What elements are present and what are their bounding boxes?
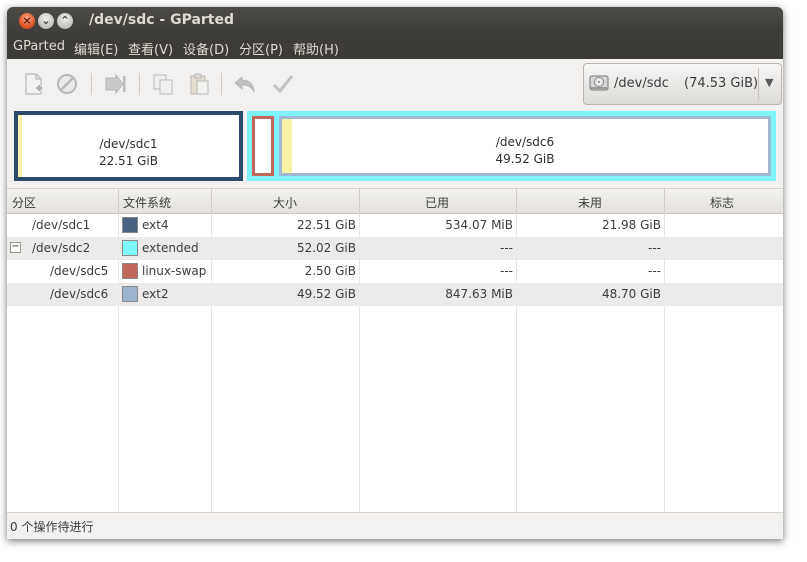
- filesystem-cell: linux-swap: [142, 264, 207, 278]
- toolbar-separator: [91, 73, 92, 95]
- menu-help[interactable]: 帮助(H): [293, 39, 339, 58]
- header-separator: [211, 189, 212, 213]
- partition-size: 22.51 GiB: [98, 154, 159, 168]
- header-separator: [359, 189, 360, 213]
- diskmap-partition-sdc6[interactable]: /dev/sdc6 49.52 GiB: [279, 116, 771, 176]
- used-cell: ---: [500, 241, 513, 255]
- copy-icon[interactable]: [151, 72, 175, 96]
- apply-icon[interactable]: [271, 72, 295, 96]
- column-header-unused[interactable]: 未用: [578, 194, 602, 211]
- used-cell: 847.63 MiB: [445, 287, 513, 301]
- toolbar: /dev/sdc (74.53 GiB) ▼: [7, 59, 783, 109]
- partition-table: 分区 文件系统 大小 已用 未用 标志 /dev/sdc1 ext4 22.51…: [7, 188, 783, 512]
- column-header-partition[interactable]: 分区: [12, 194, 36, 211]
- maximize-button[interactable]: ⌃: [57, 13, 73, 29]
- paste-icon[interactable]: [187, 72, 211, 96]
- filesystem-cell: extended: [142, 241, 199, 255]
- filesystem-color-swatch: [122, 286, 138, 302]
- column-header-size[interactable]: 大小: [273, 194, 297, 211]
- gparted-window: × ⌄ ⌃ /dev/sdc - GParted GParted 编辑(E) 查…: [7, 7, 783, 539]
- size-cell: 2.50 GiB: [304, 264, 356, 278]
- minimize-button[interactable]: ⌄: [38, 13, 54, 29]
- used-cell: 534.07 MiB: [445, 218, 513, 232]
- partition-name: /dev/sdc6: [495, 135, 555, 149]
- delete-icon[interactable]: [55, 72, 79, 96]
- filesystem-color-swatch: [122, 217, 138, 233]
- toolbar-separator: [139, 73, 140, 95]
- resize-move-icon[interactable]: [103, 72, 127, 96]
- filesystem-color-swatch: [122, 240, 138, 256]
- menu-device[interactable]: 设备(D): [183, 39, 229, 58]
- filesystem-cell: ext4: [142, 218, 169, 232]
- harddisk-icon: [589, 75, 609, 91]
- header-separator: [664, 189, 665, 213]
- chevron-down-icon: ▼: [765, 76, 774, 89]
- collapse-expander-icon[interactable]: −: [10, 242, 21, 253]
- diskmap-extended-sdc2[interactable]: /dev/sdc6 49.52 GiB: [247, 111, 776, 181]
- undo-icon[interactable]: [233, 72, 257, 96]
- partition-cell: /dev/sdc2: [32, 241, 91, 255]
- combo-separator: [758, 68, 759, 100]
- column-header-used[interactable]: 已用: [425, 194, 449, 211]
- size-cell: 52.02 GiB: [296, 241, 356, 255]
- diskmap-partition-sdc1[interactable]: /dev/sdc1 22.51 GiB: [14, 111, 243, 181]
- menu-edit[interactable]: 编辑(E): [74, 39, 118, 58]
- device-selector[interactable]: /dev/sdc (74.53 GiB) ▼: [583, 63, 782, 105]
- table-header: 分区 文件系统 大小 已用 未用 标志: [7, 189, 783, 214]
- new-partition-icon[interactable]: [21, 72, 45, 96]
- unused-cell: 48.70 GiB: [601, 287, 661, 301]
- disk-map: /dev/sdc1 22.51 GiB /dev/sdc6 49.52 GiB: [12, 111, 778, 185]
- column-header-filesystem[interactable]: 文件系统: [123, 194, 171, 211]
- unused-cell: 21.98 GiB: [601, 218, 661, 232]
- menu-bar: GParted 编辑(E) 查看(V) 设备(D) 分区(P) 帮助(H): [7, 35, 783, 59]
- header-separator: [516, 189, 517, 213]
- partition-name: /dev/sdc1: [99, 137, 158, 151]
- partition-cell: /dev/sdc6: [50, 287, 109, 301]
- toolbar-separator: [221, 73, 222, 95]
- pending-operations-status: 0 个操作待进行: [10, 520, 94, 534]
- partition-cell: /dev/sdc1: [32, 218, 91, 232]
- column-header-flags[interactable]: 标志: [710, 194, 734, 211]
- device-name: /dev/sdc: [614, 76, 669, 91]
- filesystem-cell: ext2: [142, 287, 169, 301]
- device-size: (74.53 GiB): [684, 76, 759, 91]
- header-separator: [118, 189, 119, 213]
- table-row[interactable]: /dev/sdc5 linux-swap 2.50 GiB --- ---: [7, 260, 783, 283]
- table-row[interactable]: − /dev/sdc2 extended 52.02 GiB --- ---: [7, 237, 783, 260]
- table-row[interactable]: /dev/sdc6 ext2 49.52 GiB 847.63 MiB 48.7…: [7, 283, 783, 306]
- diskmap-partition-sdc5[interactable]: [252, 116, 274, 176]
- unused-cell: ---: [648, 264, 661, 278]
- partition-cell: /dev/sdc5: [50, 264, 109, 278]
- menu-view[interactable]: 查看(V): [128, 39, 173, 58]
- size-cell: 49.52 GiB: [296, 287, 356, 301]
- filesystem-color-swatch: [122, 263, 138, 279]
- status-bar: 0 个操作待进行: [7, 512, 783, 539]
- window-title: /dev/sdc - GParted: [89, 12, 235, 28]
- size-cell: 22.51 GiB: [296, 218, 356, 232]
- partition-size: 49.52 GiB: [495, 152, 555, 166]
- menu-gparted[interactable]: GParted: [13, 39, 65, 54]
- close-button[interactable]: ×: [19, 13, 35, 29]
- menu-partition[interactable]: 分区(P): [239, 39, 283, 58]
- title-bar: × ⌄ ⌃ /dev/sdc - GParted: [7, 7, 783, 35]
- table-row[interactable]: /dev/sdc1 ext4 22.51 GiB 534.07 MiB 21.9…: [7, 214, 783, 237]
- used-cell: ---: [500, 264, 513, 278]
- unused-cell: ---: [648, 241, 661, 255]
